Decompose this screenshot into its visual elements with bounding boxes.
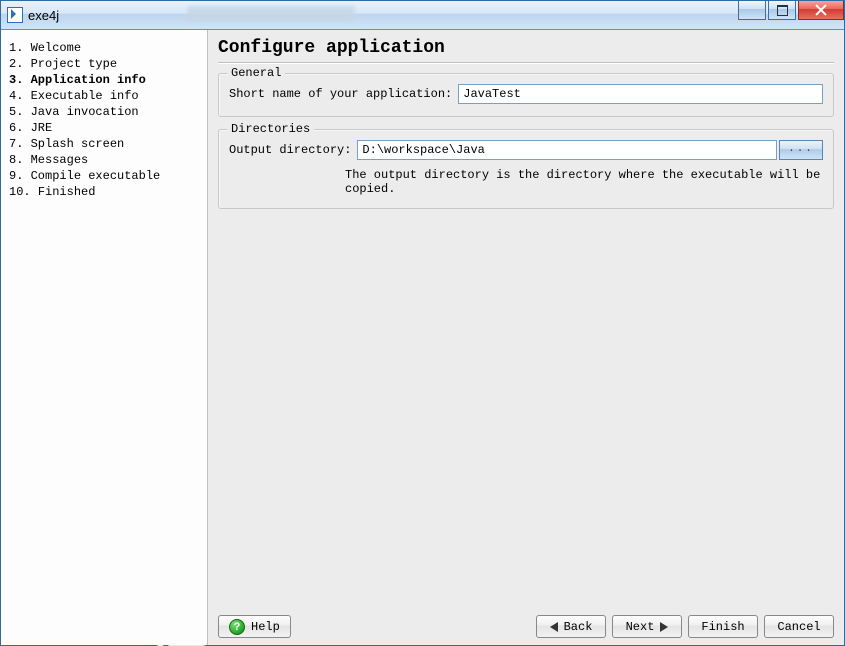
app-window: exe4j 1. Welcome2. Project type3. Applic… [0, 0, 845, 646]
minimize-button[interactable] [738, 1, 766, 20]
wizard-step-number: 5. [9, 105, 31, 119]
back-button-label: Back [564, 620, 593, 634]
wizard-step-label: Executable info [31, 89, 139, 103]
wizard-step-label: Messages [31, 153, 89, 167]
title-bar[interactable]: exe4j [1, 1, 844, 30]
short-name-label: Short name of your application: [229, 87, 452, 101]
wizard-step-number: 8. [9, 153, 31, 167]
wizard-step[interactable]: 5. Java invocation [9, 104, 201, 120]
next-button[interactable]: Next [612, 615, 682, 638]
watermark: exe4j [146, 641, 211, 646]
directories-legend: Directories [227, 122, 314, 136]
wizard-step-label: Finished [38, 185, 96, 199]
browse-button[interactable]: ... [779, 140, 823, 160]
wizard-step[interactable]: 10. Finished [9, 184, 201, 200]
wizard-step[interactable]: 7. Splash screen [9, 136, 201, 152]
client-area: 1. Welcome2. Project type3. Application … [1, 30, 844, 645]
wizard-step-number: 6. [9, 121, 31, 135]
window-controls [738, 1, 844, 21]
wizard-step[interactable]: 8. Messages [9, 152, 201, 168]
next-button-label: Next [626, 620, 655, 634]
wizard-step-number: 10. [9, 185, 38, 199]
wizard-step-number: 4. [9, 89, 31, 103]
arrow-left-icon [550, 622, 558, 632]
wizard-step-label: Application info [31, 73, 146, 87]
close-icon [815, 4, 827, 16]
wizard-step-number: 2. [9, 57, 31, 71]
help-button-label: Help [251, 620, 280, 634]
wizard-step[interactable]: 4. Executable info [9, 88, 201, 104]
page-title: Configure application [218, 38, 834, 58]
output-dir-label: Output directory: [229, 143, 351, 157]
page-rule [218, 62, 834, 63]
general-group: General Short name of your application: [218, 73, 834, 117]
wizard-step-label: Project type [31, 57, 117, 71]
wizard-step-number: 9. [9, 169, 31, 183]
wizard-step-number: 3. [9, 73, 31, 87]
help-icon: ? [229, 619, 245, 635]
directories-group: Directories Output directory: ... The ou… [218, 129, 834, 209]
general-legend: General [227, 66, 285, 80]
wizard-step-number: 1. [9, 41, 31, 55]
wizard-step-label: Welcome [31, 41, 81, 55]
short-name-input[interactable] [458, 84, 823, 104]
wizard-footer: ? Help Back Next Finish Cancel [218, 609, 834, 638]
finish-button-label: Finish [701, 620, 744, 634]
wizard-sidebar: 1. Welcome2. Project type3. Application … [1, 30, 208, 645]
wizard-step[interactable]: 6. JRE [9, 120, 201, 136]
wizard-step[interactable]: 2. Project type [9, 56, 201, 72]
output-dir-input[interactable] [357, 140, 777, 160]
wizard-step-label: Splash screen [31, 137, 125, 151]
app-icon [7, 7, 23, 23]
maximize-button[interactable] [768, 1, 796, 20]
finish-button[interactable]: Finish [688, 615, 758, 638]
wizard-step-label: Compile executable [31, 169, 161, 183]
cancel-button-label: Cancel [777, 620, 820, 634]
window-title: exe4j [28, 8, 59, 23]
wizard-main: Configure application General Short name… [208, 30, 844, 645]
redacted-region [187, 6, 355, 21]
wizard-step-label: JRE [31, 121, 53, 135]
maximize-icon [777, 5, 788, 16]
help-button[interactable]: ? Help [218, 615, 291, 638]
back-button[interactable]: Back [536, 615, 606, 638]
arrow-right-icon [660, 622, 668, 632]
wizard-step[interactable]: 1. Welcome [9, 40, 201, 56]
wizard-step[interactable]: 3. Application info [9, 72, 201, 88]
wizard-step-label: Java invocation [31, 105, 139, 119]
cancel-button[interactable]: Cancel [764, 615, 834, 638]
spacer [218, 221, 834, 609]
wizard-step[interactable]: 9. Compile executable [9, 168, 201, 184]
output-dir-hint: The output directory is the directory wh… [229, 168, 823, 196]
wizard-step-number: 7. [9, 137, 31, 151]
close-button[interactable] [798, 1, 844, 20]
